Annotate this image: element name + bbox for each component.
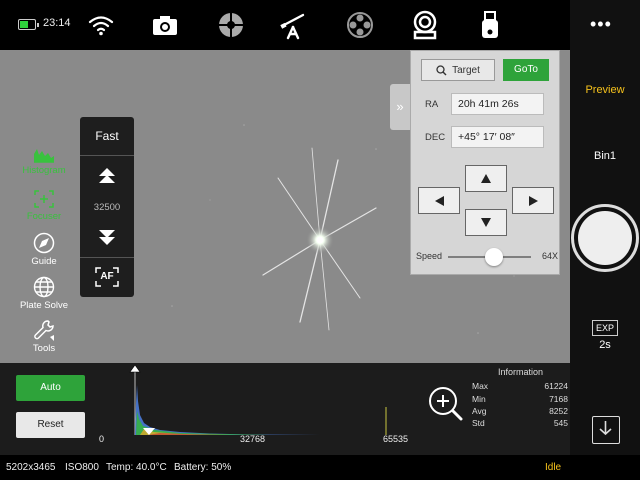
tools-menu[interactable]: Tools xyxy=(14,319,74,354)
guide-tool-label: Guide xyxy=(31,256,57,267)
arrow-right-icon xyxy=(528,195,538,206)
arrow-up-icon xyxy=(481,174,491,183)
info-row-std: Std 545 xyxy=(472,418,568,428)
more-menu-icon[interactable]: ••• xyxy=(590,14,612,35)
search-icon xyxy=(436,64,447,75)
globe-icon xyxy=(33,276,55,298)
auto-stretch-button[interactable]: Auto xyxy=(16,375,85,401)
status-bar: 5202x3465 ISO800 Temp: 40.0°C Battery: 5… xyxy=(0,455,640,480)
guide-tool[interactable]: Guide xyxy=(14,232,74,267)
download-icon xyxy=(599,421,612,436)
shutter-button[interactable] xyxy=(571,204,639,272)
filter-wheel-icon[interactable] xyxy=(216,10,246,40)
dec-label: DEC xyxy=(425,132,446,143)
wrench-icon xyxy=(34,320,54,341)
focuser-position: 32500 xyxy=(93,202,121,213)
usb-icon[interactable] xyxy=(475,10,505,40)
top-toolbar: 23:14 xyxy=(0,0,570,50)
slew-north-button[interactable] xyxy=(465,165,507,192)
goto-button[interactable]: GoTo xyxy=(503,59,549,81)
info-row-min: Min 7168 xyxy=(472,394,568,404)
histogram-axis-max: 65535 xyxy=(383,434,409,444)
device-state: Idle xyxy=(545,462,562,473)
info-row-max: Max 61224 xyxy=(472,381,568,391)
camera-icon[interactable] xyxy=(150,10,180,40)
plate-solve-tool-label: Plate Solve xyxy=(19,300,69,311)
target-button-label: Target xyxy=(452,64,480,76)
slew-south-button[interactable] xyxy=(465,209,507,236)
focus-speed-toggle[interactable]: Fast xyxy=(80,129,134,143)
telescope-icon[interactable] xyxy=(278,10,308,40)
shutter-inner xyxy=(578,211,632,265)
histogram-icon xyxy=(34,149,54,163)
iso-text: ISO800 xyxy=(65,462,99,473)
preview-mode[interactable]: Preview xyxy=(570,84,640,96)
histogram-tool-label: Histogram xyxy=(22,165,66,176)
plate-solve-tool[interactable]: Plate Solve xyxy=(14,276,74,311)
focuser-panel: Fast 32500 AF xyxy=(80,117,134,297)
autofocus-label: AF xyxy=(100,271,114,282)
black-point-marker[interactable] xyxy=(129,364,141,373)
clock: 23:14 xyxy=(43,17,71,29)
focus-crosshair-icon xyxy=(34,190,54,208)
divider xyxy=(80,155,134,156)
slew-west-button[interactable] xyxy=(418,187,460,214)
resolution-text: 5202x3465 xyxy=(6,462,56,473)
collapse-panel-button[interactable]: » xyxy=(390,84,410,130)
reset-stretch-button[interactable]: Reset xyxy=(16,412,85,438)
slew-speed-value: 64X xyxy=(542,251,559,261)
temperature-text: Temp: 40.0°C xyxy=(106,462,167,473)
histogram-panel: Auto Reset 0 32768 65535 Information Max… xyxy=(0,363,570,455)
dec-field[interactable]: +45° 17′ 08″ xyxy=(451,126,544,148)
histogram-axis-mid: 32768 xyxy=(240,434,266,444)
exposure-label[interactable]: EXP xyxy=(592,320,618,336)
slider-knob[interactable] xyxy=(484,248,503,266)
ra-field[interactable]: 20h 41m 26s xyxy=(451,93,544,115)
battery-text: Battery: 50% xyxy=(174,462,232,473)
tools-menu-label: Tools xyxy=(32,343,56,354)
arrow-down-icon xyxy=(481,218,491,227)
goto-panel: Target GoTo RA 20h 41m 26s DEC +45° 17′ … xyxy=(410,50,560,275)
slew-east-button[interactable] xyxy=(512,187,554,214)
arrow-left-icon xyxy=(434,195,444,206)
ra-label: RA xyxy=(425,99,439,110)
focuser-reel-icon[interactable] xyxy=(345,10,375,40)
focuser-tool-label: Focuser xyxy=(26,211,62,222)
divider xyxy=(80,257,134,258)
information-title: Information xyxy=(498,367,544,377)
info-row-avg: Avg 8252 xyxy=(472,406,568,416)
battery-icon xyxy=(18,19,39,30)
compass-icon xyxy=(33,232,55,254)
capture-sidebar: ••• Preview Bin1 EXP 2s xyxy=(570,0,640,455)
target-button[interactable]: Target xyxy=(421,59,495,81)
slew-speed-label: Speed xyxy=(416,251,443,261)
download-button[interactable] xyxy=(592,416,620,444)
wifi-icon[interactable] xyxy=(86,10,116,40)
autofocus-button[interactable]: AF xyxy=(95,267,119,287)
zoom-in-button[interactable] xyxy=(427,385,465,428)
histogram-tool[interactable]: Histogram xyxy=(14,145,74,176)
histogram-graph[interactable] xyxy=(120,363,410,443)
focus-in-fast-icon[interactable] xyxy=(97,229,117,252)
slew-speed-slider[interactable] xyxy=(448,248,531,266)
histogram-axis-min: 0 xyxy=(99,434,105,444)
focus-out-fast-icon[interactable] xyxy=(97,167,117,190)
zoom-in-icon xyxy=(429,387,463,421)
binning-selector[interactable]: Bin1 xyxy=(570,150,640,162)
guide-camera-icon[interactable] xyxy=(410,10,440,40)
focuser-tool[interactable]: Focuser xyxy=(14,189,74,222)
exposure-value[interactable]: 2s xyxy=(570,339,640,351)
